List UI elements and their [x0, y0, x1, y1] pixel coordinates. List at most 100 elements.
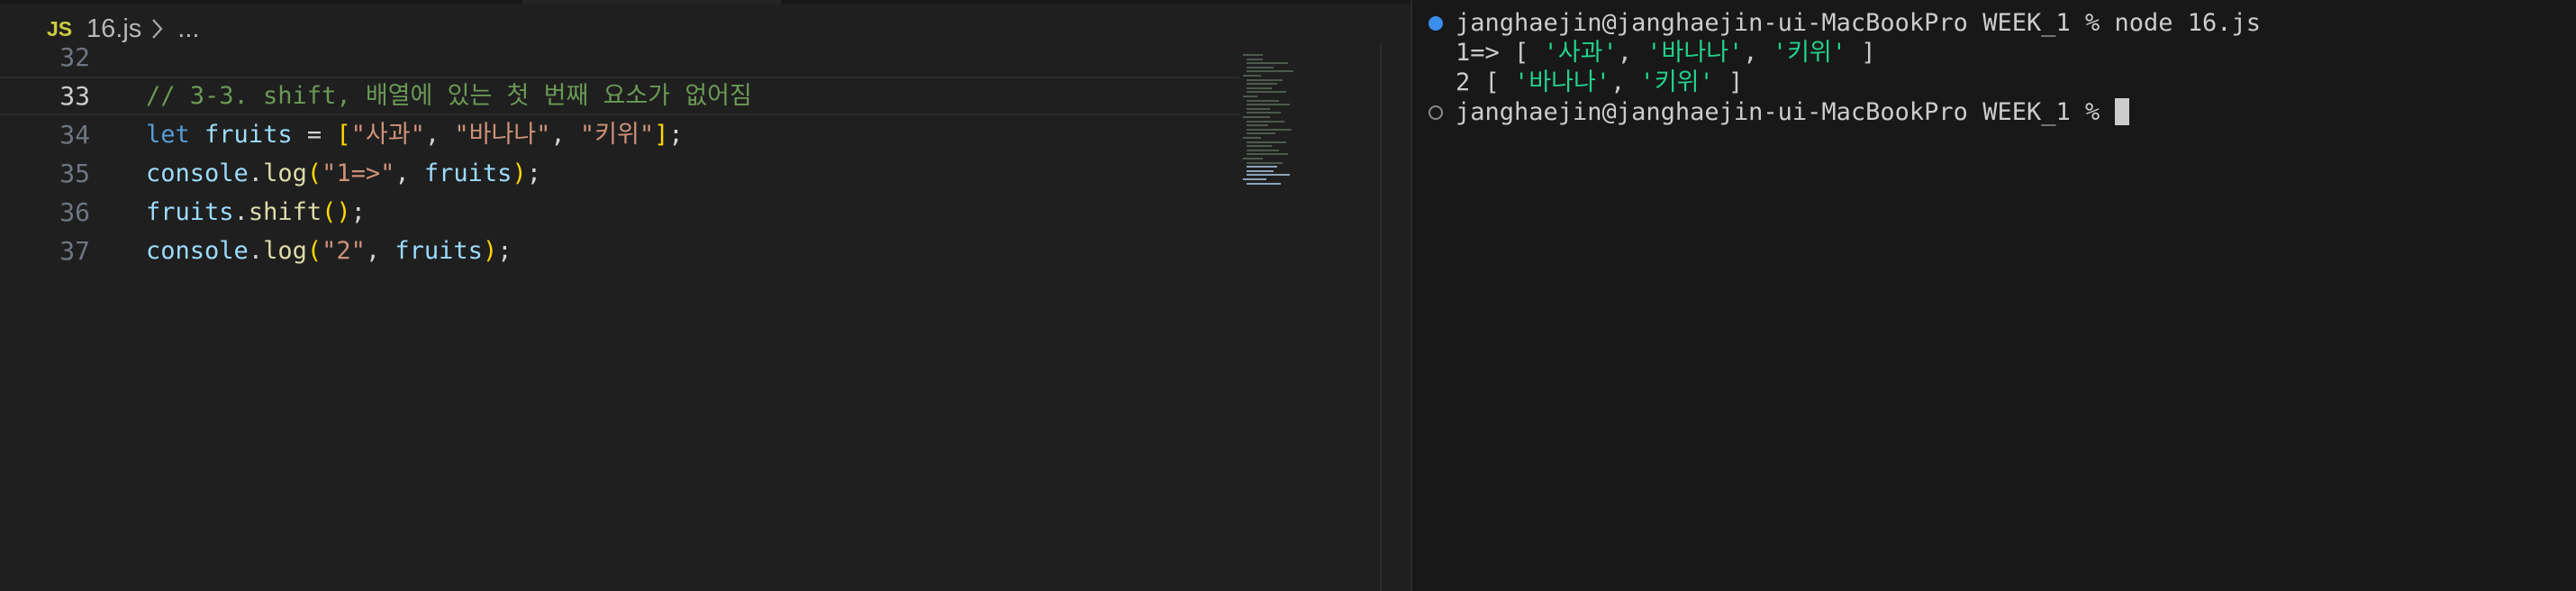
code-token: ; — [526, 159, 541, 187]
minimap[interactable] — [1239, 50, 1347, 195]
code-token: , — [395, 159, 424, 187]
code-token: console — [146, 159, 249, 187]
minimap-line — [1243, 137, 1261, 139]
code-token: fruits — [395, 237, 483, 265]
minimap-line — [1243, 95, 1257, 97]
code-area[interactable]: 32 33// 3-3. shift, 배열에 있는 첫 번째 요소가 없어짐 34… — [0, 42, 1387, 591]
minimap-line — [1243, 158, 1263, 159]
minimap-line — [1247, 99, 1279, 102]
terminal-text: 1=> [ — [1456, 39, 1544, 67]
code-token: ( — [306, 159, 322, 187]
minimap-line — [1247, 145, 1272, 148]
minimap-line — [1247, 91, 1286, 94]
code-token: , — [365, 237, 395, 265]
code-token: log — [263, 237, 307, 265]
terminal-text: '바나나' — [1646, 39, 1744, 67]
command-success-marker-icon[interactable] — [1429, 16, 1443, 31]
minimap-line — [1247, 128, 1292, 131]
code-line[interactable]: 37 console.log("2", fruits); — [0, 232, 1243, 270]
terminal-text: '키위' — [1772, 39, 1847, 67]
code-token: "사과" — [350, 121, 425, 149]
code-text[interactable]: console.log("1=>", fruits); — [146, 154, 541, 193]
line-number[interactable]: 37 — [0, 232, 90, 270]
editor-scrollbar[interactable] — [1380, 43, 1382, 591]
minimap-line — [1247, 174, 1290, 177]
minimap-line — [1243, 75, 1261, 77]
code-token: . — [233, 198, 249, 226]
minimap-line — [1247, 166, 1277, 168]
code-text[interactable]: // 3-3. shift, 배열에 있는 첫 번째 요소가 없어짐 — [146, 78, 752, 114]
code-text[interactable]: fruits.shift(); — [146, 193, 366, 232]
terminal-text: ] — [1846, 39, 1876, 67]
minimap-line — [1247, 124, 1268, 127]
minimap-line — [1247, 86, 1272, 89]
code-token: // 3-3. shift, 배열에 있는 첫 번째 요소가 없어짐 — [146, 82, 752, 110]
code-token: ) — [482, 237, 498, 265]
code-token: ] — [654, 121, 669, 149]
code-token: . — [248, 237, 264, 265]
terminal-text: , — [1617, 39, 1647, 67]
code-token: let — [146, 121, 190, 149]
minimap-line — [1247, 153, 1288, 156]
code-line[interactable]: 36 fruits.shift(); — [0, 193, 1243, 232]
line-number[interactable]: 35 — [0, 154, 90, 193]
code-token: fruits — [423, 159, 512, 187]
code-token: ; — [497, 237, 512, 265]
code-token: fruits — [204, 121, 293, 149]
vscode-window: JS 16.js ... 32 33// 3-3. shift, 배열에 있는 첫… — [0, 0, 2576, 591]
terminal-text: '사과' — [1543, 39, 1618, 67]
code-token: shift — [248, 198, 322, 226]
minimap-line — [1243, 116, 1270, 118]
command-pending-marker-icon[interactable] — [1429, 105, 1443, 120]
code-token: "2" — [322, 237, 366, 265]
code-token: = — [292, 121, 337, 149]
minimap-line — [1243, 178, 1266, 180]
minimap-line — [1247, 120, 1284, 123]
minimap-line — [1247, 161, 1283, 164]
code-token: () — [322, 198, 351, 226]
code-token: fruits — [146, 198, 234, 226]
line-number[interactable]: 33 — [0, 78, 90, 114]
code-token: ; — [350, 198, 366, 226]
minimap-line — [1243, 54, 1263, 56]
line-number[interactable]: 34 — [0, 115, 90, 154]
terminal-text: , — [1743, 39, 1773, 67]
minimap-line — [1247, 66, 1274, 68]
code-token: [ — [336, 121, 351, 149]
terminal-cursor[interactable] — [2114, 98, 2129, 125]
line-number[interactable]: 32 — [0, 38, 90, 77]
code-token: log — [263, 159, 307, 187]
terminal-pane[interactable]: janghaejin@janghaejin-ui-MacBookPro WEEK… — [1412, 0, 2576, 591]
code-token: , — [550, 121, 580, 149]
minimap-line — [1247, 141, 1286, 143]
minimap-line — [1247, 169, 1274, 172]
minimap-line — [1247, 149, 1279, 151]
terminal-text: '바나나' — [1514, 68, 1611, 96]
code-token: "바나나" — [454, 121, 551, 149]
editor-pane[interactable]: JS 16.js ... 32 33// 3-3. shift, 배열에 있는 첫… — [0, 0, 1410, 591]
terminal-text: janghaejin@janghaejin-ui-MacBookPro WEEK… — [1456, 9, 2262, 37]
code-line[interactable]: 33 // 3-3. shift, 배열에 있는 첫 번째 요소가 없어짐 — [0, 77, 1239, 115]
terminal-text: 2 [ — [1456, 68, 1515, 96]
code-line[interactable]: 35 console.log("1=>", fruits); — [0, 154, 1243, 193]
code-text[interactable]: console.log("2", fruits); — [146, 232, 512, 270]
code-token: console — [146, 237, 249, 265]
minimap-line — [1247, 104, 1290, 106]
code-token: ; — [668, 121, 684, 149]
minimap-line — [1247, 70, 1293, 73]
minimap-line — [1247, 132, 1275, 135]
terminal-text: janghaejin@janghaejin-ui-MacBookPro WEEK… — [1456, 98, 2115, 126]
code-line[interactable]: 32 — [0, 38, 1243, 77]
code-text[interactable]: let fruits = ["사과", "바나나", "키위"]; — [146, 115, 684, 154]
code-token: ) — [512, 159, 527, 187]
terminal-output-line: 1=> [ '사과', '바나나', '키위' ] — [1456, 38, 1876, 68]
line-number[interactable]: 36 — [0, 193, 90, 232]
minimap-line — [1247, 107, 1270, 110]
minimap-line — [1247, 58, 1263, 60]
terminal-prompt-line: janghaejin@janghaejin-ui-MacBookPro WEEK… — [1456, 97, 2129, 127]
code-line[interactable]: 34 let fruits = ["사과", "바나나", "키위"]; — [0, 115, 1243, 154]
minimap-line — [1247, 62, 1288, 65]
code-token: . — [248, 159, 264, 187]
terminal-text: , — [1610, 68, 1640, 96]
